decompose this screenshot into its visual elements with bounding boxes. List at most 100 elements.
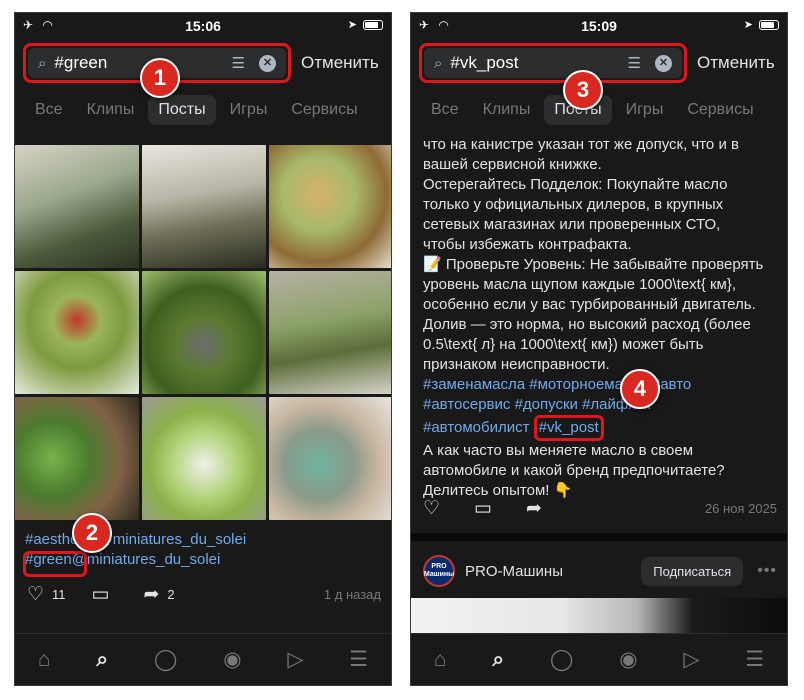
- next-post-header: PRO Машины PRO-Машины Подписаться •••: [423, 551, 777, 591]
- photo-matcha-cake[interactable]: [15, 271, 139, 394]
- profile-icon[interactable]: ◉: [619, 647, 637, 672]
- share-button[interactable]: ➦: [526, 497, 550, 520]
- home-icon[interactable]: ⌂: [38, 648, 51, 672]
- battery-icon: [759, 19, 779, 30]
- post-line: вашей сервисной книжке.: [423, 156, 602, 173]
- outro-line-1: А как часто вы меняете масло в своем: [423, 442, 694, 459]
- messages-icon[interactable]: ◯: [550, 647, 574, 672]
- share-button[interactable]: ➦ 2: [144, 583, 175, 606]
- location-icon: ➤: [347, 19, 357, 31]
- post-line: особенно если у вас турбированный двигат…: [423, 296, 756, 313]
- post-line: что на канистре указан тот же допуск, чт…: [423, 136, 739, 153]
- clear-icon[interactable]: ✕: [655, 54, 672, 72]
- photo-green-juice[interactable]: [15, 397, 139, 520]
- heart-icon: ♡: [423, 497, 441, 519]
- like-button[interactable]: ♡ 11: [27, 583, 66, 606]
- post-image-car[interactable]: [411, 598, 787, 634]
- video-icon[interactable]: ▷: [683, 647, 699, 672]
- avatar[interactable]: PRO Машины: [423, 555, 455, 587]
- tab-all[interactable]: Все: [421, 95, 469, 125]
- post-line: 📝 Проверьте Уровень: Не забывайте провер…: [423, 256, 764, 273]
- video-icon[interactable]: ▷: [287, 647, 303, 672]
- status-bar: ✈ ◠ 15:06 ➤: [15, 13, 391, 39]
- like-count: 11: [52, 586, 66, 602]
- more-options-icon[interactable]: •••: [757, 562, 777, 580]
- post-photo-grid: [15, 145, 391, 520]
- tab-all[interactable]: Все: [25, 95, 73, 125]
- bottom-nav: ⌂ ⌕ ◯ ◉ ▷ ☰: [15, 633, 391, 685]
- menu-icon[interactable]: ☰: [349, 647, 368, 672]
- tab-services[interactable]: Сервисы: [677, 95, 763, 125]
- tab-games[interactable]: Игры: [616, 95, 674, 125]
- step-marker-1: 1: [140, 58, 180, 98]
- post-line: Долив — это норма, но высокий расход (бо…: [423, 316, 751, 333]
- post-line: чтобы избежать контрафакта.: [423, 236, 632, 253]
- search-nav-icon[interactable]: ⌕: [96, 648, 108, 672]
- photo-pastries[interactable]: [269, 145, 391, 268]
- search-input[interactable]: ⌕ #vk_post ☰ ✕: [424, 48, 682, 78]
- subscribe-button[interactable]: Подписаться: [641, 556, 744, 586]
- photo-parakeet[interactable]: [269, 397, 391, 520]
- tab-clips[interactable]: Клипы: [77, 95, 145, 125]
- step-marker-3: 3: [563, 70, 603, 110]
- tab-posts[interactable]: Посты: [148, 95, 216, 125]
- tab-services[interactable]: Сервисы: [281, 95, 367, 125]
- status-time: 15:09: [581, 18, 617, 34]
- search-tabs: Все Клипы Посты Игры Сервисы: [421, 93, 787, 127]
- share-count: 2: [167, 586, 175, 602]
- hashtag-automobilist[interactable]: #автомобилист: [423, 419, 530, 436]
- post-line: 0.5\text{ л} на 1000\text{ км}) может бы…: [423, 336, 704, 353]
- comment-icon: ▭: [91, 583, 110, 605]
- like-button[interactable]: ♡: [423, 497, 448, 520]
- profile-icon[interactable]: ◉: [223, 647, 241, 672]
- post-line: сетевых магазинах или проверенных СТО,: [423, 216, 721, 233]
- photo-green-apples[interactable]: [142, 397, 266, 520]
- search-row: ⌕ #vk_post ☰ ✕ Отменить: [419, 43, 781, 83]
- author-name[interactable]: PRO-Машины: [465, 563, 563, 580]
- post-actions: ♡ ▭ ➦ 26 ноя 2025: [423, 495, 777, 521]
- bottom-nav: ⌂ ⌕ ◯ ◉ ▷ ☰: [411, 633, 787, 685]
- post-line: только у официальных дилеров, в крупных: [423, 196, 724, 213]
- photo-cafe-street[interactable]: [15, 145, 139, 268]
- comment-button[interactable]: ▭: [474, 497, 500, 520]
- search-field-highlight: ⌕ #vk_post ☰ ✕: [419, 43, 687, 83]
- comment-button[interactable]: ▭: [92, 583, 118, 606]
- post-actions: ♡ 11 ▭ ➦ 2 1 д назад: [27, 581, 381, 607]
- photo-plants-cat[interactable]: [142, 145, 266, 268]
- tab-games[interactable]: Игры: [220, 95, 278, 125]
- search-query: #vk_post: [450, 53, 519, 72]
- clear-icon[interactable]: ✕: [259, 54, 276, 72]
- caption-line-1[interactable]: #aesthetic @miniatures_du_solei: [25, 530, 246, 550]
- comment-icon: ▭: [474, 497, 492, 519]
- cancel-button[interactable]: Отменить: [301, 53, 379, 73]
- messages-icon[interactable]: ◯: [154, 647, 178, 672]
- hashtags-line-1[interactable]: #заменамасла #моторноемасло #авто: [423, 375, 775, 395]
- step-marker-4: 4: [620, 369, 660, 409]
- feed-divider: [411, 533, 787, 541]
- post-line: Остерегайтесь Подделок: Покупайте масло: [423, 176, 728, 193]
- photo-cat-moss[interactable]: [142, 271, 266, 394]
- green-tag-highlight: [23, 551, 87, 577]
- post-date: 26 ноя 2025: [704, 500, 777, 516]
- status-time: 15:06: [185, 18, 221, 34]
- status-bar: ✈ ◠ 15:09 ➤: [411, 13, 787, 39]
- search-icon: ⌕: [434, 54, 443, 72]
- right-phone-screen: ✈ ◠ 15:09 ➤ ⌕ #vk_post ☰ ✕ Отменить Все …: [410, 12, 788, 686]
- photo-matcha-drinks[interactable]: [269, 271, 391, 394]
- menu-icon[interactable]: ☰: [745, 647, 764, 672]
- heart-icon: ♡: [27, 583, 45, 605]
- search-nav-icon[interactable]: ⌕: [492, 648, 504, 672]
- outro-line-2: автомобиле и какой бренд предпочитаете?: [423, 462, 725, 479]
- hashtags-line-2[interactable]: #автосервис #допуски #лайфхак: [423, 395, 775, 415]
- post-line: признаком неисправности.: [423, 356, 610, 373]
- hashtags-line-3: #автомобилист #vk_post: [423, 415, 775, 441]
- left-phone-screen: ✈ ◠ 15:06 ➤ ⌕ #green ☰ ✕ Отменить Все Кл…: [14, 12, 392, 686]
- battery-icon: [363, 19, 383, 30]
- vk-post-tag-highlight[interactable]: #vk_post: [533, 415, 604, 441]
- tab-clips[interactable]: Клипы: [473, 95, 541, 125]
- filter-icon[interactable]: ☰: [232, 54, 245, 72]
- home-icon[interactable]: ⌂: [434, 648, 447, 672]
- search-tabs: Все Клипы Посты Игры Сервисы: [25, 93, 391, 127]
- cancel-button[interactable]: Отменить: [697, 53, 775, 73]
- filter-icon[interactable]: ☰: [628, 54, 641, 72]
